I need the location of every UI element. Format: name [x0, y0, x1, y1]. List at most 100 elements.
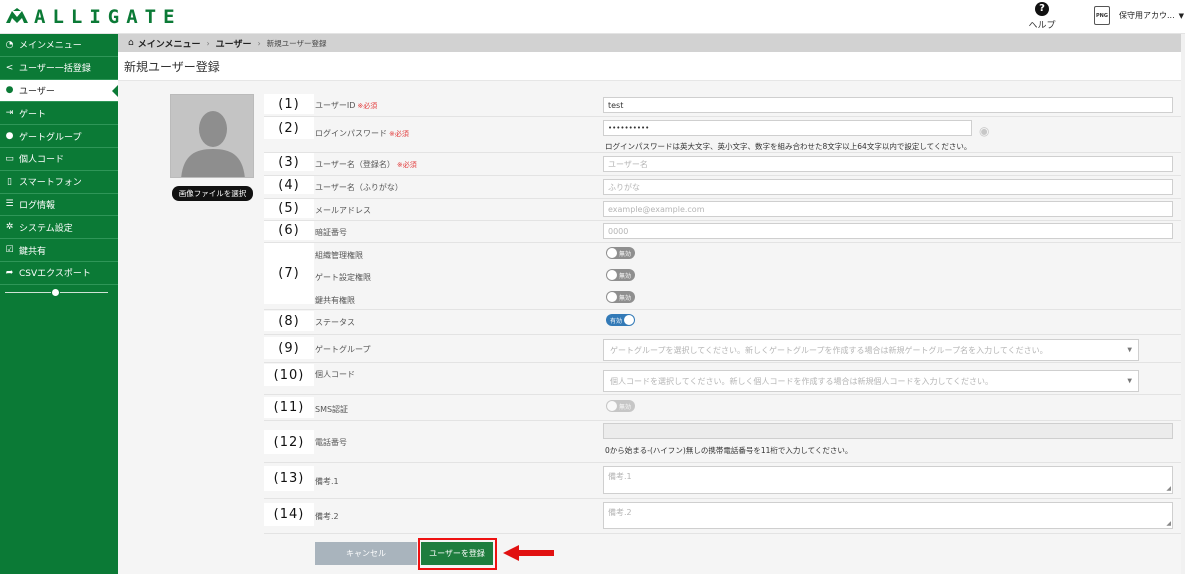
user-icon: ● — [5, 85, 14, 96]
row-number: (5) — [264, 199, 314, 218]
sidebar-item-logs[interactable]: ☰ ログ情報 — [0, 194, 118, 217]
register-user-button[interactable]: ユーザーを登録 — [421, 542, 493, 565]
sidebar-item-personal-code[interactable]: ▭ 個人コード — [0, 148, 118, 171]
required-mark: ※必須 — [389, 130, 409, 138]
key-share-permission-toggle[interactable]: 無効 — [606, 291, 635, 303]
sidebar-item-label: 個人コード — [19, 155, 65, 166]
row-divider — [264, 152, 1181, 153]
png-file-icon: PNG — [1094, 6, 1110, 25]
row-divider — [264, 309, 1181, 310]
org-admin-permission-label: 組織管理権限 — [315, 251, 363, 260]
row-number: (10) — [264, 364, 314, 386]
sms-auth-label: SMS認証 — [315, 405, 349, 414]
users-icon: ● — [5, 131, 14, 142]
gate-group-select[interactable]: ゲートグループを選択してください。新しくゲートグループを作成する場合は新規ゲート… — [603, 339, 1139, 361]
page-scrollbar[interactable] — [1181, 34, 1185, 574]
cancel-button[interactable]: キャンセル — [315, 542, 417, 565]
status-label: ステータス — [315, 318, 355, 327]
toggle-state: 無効 — [618, 294, 631, 302]
label-text: ユーザーID — [315, 101, 356, 110]
label-text: ユーザー名（登録名） — [315, 160, 395, 169]
toggle-state: 無効 — [618, 272, 631, 280]
mobile-icon: ▯ — [7, 176, 12, 187]
sidebar-item-label: ユーザー一括登録 — [19, 64, 91, 75]
eye-icon[interactable]: ◉ — [979, 124, 989, 138]
sidebar-item-csv-export[interactable]: ➦ CSVエクスポート — [0, 262, 118, 285]
row-divider — [264, 394, 1181, 395]
required-mark: ※必須 — [357, 102, 378, 110]
sidebar: ◔ メインメニュー < ユーザー一括登録 ● ユーザー ⇥ ゲート ● ゲートグループ ▭… — [0, 34, 118, 574]
row-divider — [264, 334, 1181, 335]
home-icon: ⌂ — [128, 38, 134, 48]
breadcrumb: ⌂ メインメニュー › ユーザー › 新規ユーザー登録 — [118, 34, 1181, 52]
sms-auth-toggle[interactable]: 無効 — [606, 400, 635, 412]
select-placeholder: ゲートグループを選択してください。新しくゲートグループを作成する場合は新規ゲート… — [610, 345, 1048, 355]
pin-input[interactable]: 0000 — [603, 223, 1173, 239]
required-mark: ※必須 — [396, 161, 417, 169]
note1-textarea[interactable]: 備考.1 ◢ — [603, 466, 1173, 494]
select-image-button[interactable]: 画像ファイルを選択 — [172, 186, 253, 201]
email-input[interactable]: example@example.com — [603, 201, 1173, 217]
row-divider — [264, 242, 1181, 243]
gate-setting-permission-label: ゲート設定権限 — [315, 273, 371, 282]
resize-grip-icon[interactable]: ◢ — [1166, 485, 1171, 492]
toggle-knob — [607, 270, 617, 280]
toggle-state: 無効 — [618, 250, 631, 258]
row-number: (9) — [264, 337, 314, 359]
row-divider — [264, 220, 1181, 221]
row-number: (12) — [264, 430, 314, 454]
sidebar-item-smartphone[interactable]: ▯ スマートフォン — [0, 171, 118, 194]
help-button[interactable]: ? ヘルプ — [1027, 2, 1057, 31]
sidebar-item-bulk-users[interactable]: < ユーザー一括登録 — [0, 57, 118, 80]
slider-handle[interactable] — [51, 287, 60, 297]
row-number: (2) — [264, 117, 314, 139]
gate-group-label: ゲートグループ — [315, 345, 371, 354]
row-number: (11) — [264, 397, 314, 418]
row-number: (7) — [264, 243, 314, 304]
gate-setting-permission-toggle[interactable]: 無効 — [606, 269, 635, 281]
toggle-knob — [607, 292, 617, 302]
personal-code-select[interactable]: 個人コードを選択してください。新しく個人コードを作成する場合は新規個人コードを入… — [603, 370, 1139, 392]
logo-text: ALLIGATE — [34, 6, 182, 28]
breadcrumb-separator-icon: › — [257, 38, 261, 48]
note1-label: 備考.1 — [315, 477, 339, 486]
row-divider — [264, 420, 1181, 421]
user-name-label: ユーザー名（登録名） ※必須 — [315, 159, 417, 170]
phone-input[interactable] — [603, 423, 1173, 439]
sidebar-item-users[interactable]: ● ユーザー — [0, 79, 118, 103]
org-admin-permission-toggle[interactable]: 無効 — [606, 247, 635, 259]
red-arrow-icon — [503, 545, 554, 561]
sidebar-item-main-menu[interactable]: ◔ メインメニュー — [0, 34, 118, 57]
select-placeholder: 個人コードを選択してください。新しく個人コードを作成する場合は新規個人コードを入… — [610, 376, 994, 386]
sidebar-item-gate-group[interactable]: ● ゲートグループ — [0, 125, 118, 148]
phone-hint: 0から始まる-(ハイフン)無しの携帯電話番号を11桁で入力してください。 — [605, 446, 853, 455]
sidebar-item-label: スマートフォン — [19, 178, 82, 189]
furigana-input[interactable]: ふりがな — [603, 179, 1173, 195]
status-toggle[interactable]: 有効 — [606, 314, 635, 326]
alligate-logo[interactable]: ALLIGATE — [4, 6, 182, 28]
sidebar-item-gate[interactable]: ⇥ ゲート — [0, 102, 118, 126]
row-divider — [264, 462, 1181, 463]
user-name-input[interactable]: ユーザー名 — [603, 156, 1173, 172]
resize-grip-icon[interactable]: ◢ — [1166, 520, 1171, 527]
sidebar-item-key-share[interactable]: ☑ 鍵共有 — [0, 239, 118, 262]
pin-label: 暗証番号 — [315, 228, 347, 237]
sidebar-item-system-settings[interactable]: ✲ システム設定 — [0, 216, 118, 240]
sidebar-width-slider[interactable] — [0, 285, 118, 301]
account-menu[interactable]: PNG 保守用アカウ... ▼ — [1094, 6, 1184, 25]
page-title: 新規ユーザー登録 — [124, 60, 220, 74]
textarea-placeholder: 備考.2 — [608, 508, 632, 517]
toggle-knob — [624, 315, 634, 325]
dashboard-icon: ◔ — [5, 39, 14, 50]
user-id-label: ユーザーID ※必須 — [315, 100, 377, 111]
sidebar-item-label: ユーザー — [19, 86, 55, 97]
row-number: (13) — [264, 466, 314, 491]
note2-textarea[interactable]: 備考.2 ◢ — [603, 502, 1173, 529]
password-input[interactable]: •••••••••• — [603, 120, 972, 136]
row-divider — [264, 175, 1181, 176]
breadcrumb-home[interactable]: メインメニュー — [138, 37, 201, 50]
breadcrumb-section[interactable]: ユーザー — [216, 37, 252, 50]
user-id-input[interactable]: test — [603, 97, 1173, 113]
sidebar-item-label: ログ情報 — [19, 200, 56, 211]
row-divider — [264, 533, 1181, 534]
